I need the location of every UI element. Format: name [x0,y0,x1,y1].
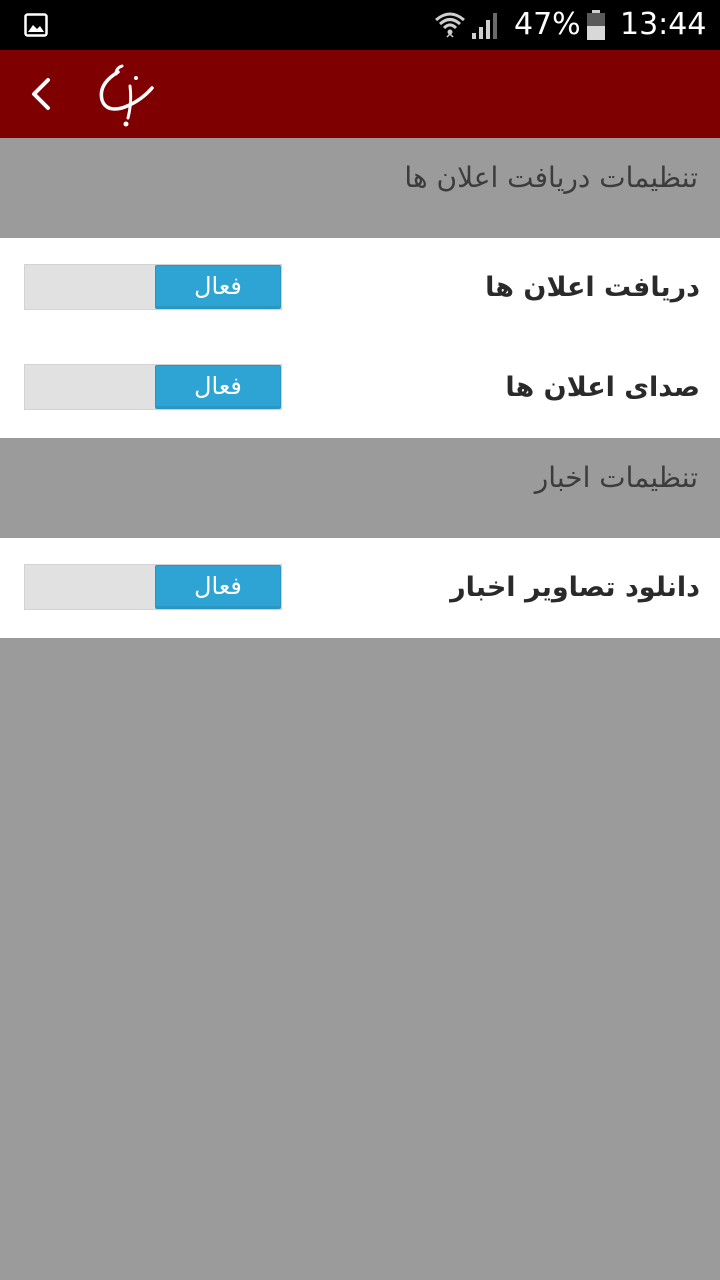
wifi-icon [435,12,465,38]
setting-label: دریافت اعلان ها [485,272,700,303]
download-news-images-toggle[interactable]: فعال [24,564,282,610]
notification-sound-toggle[interactable]: فعال [24,364,282,410]
section-header-notifications: تنظیمات دریافت اعلان ها [0,138,720,238]
clock: 13:44 [620,7,707,42]
section-header-news: تنظیمات اخبار [0,438,720,538]
toggle-knob: فعال [155,265,281,309]
setting-label: صدای اعلان ها [505,372,700,403]
receive-notifications-toggle[interactable]: فعال [24,264,282,310]
settings-block-notifications: دریافت اعلان ها فعال صدای اعلان ها فعال [0,238,720,438]
signal-icon [472,13,497,39]
battery-icon [587,10,605,40]
back-button[interactable] [14,64,70,124]
section-title: تنظیمات دریافت اعلان ها [404,161,698,194]
toggle-knob: فعال [155,365,281,409]
setting-row-receive-notifications: دریافت اعلان ها فعال [0,238,720,338]
settings-block-news: دانلود تصاویر اخبار فعال [0,538,720,638]
calligraphy-logo-icon [99,64,154,127]
setting-label: دانلود تصاویر اخبار [450,572,700,603]
app-bar [0,50,720,138]
battery-percent: 47% [514,7,581,42]
setting-row-notification-sound: صدای اعلان ها فعال [0,338,720,438]
gallery-icon [24,13,48,37]
status-bar: 47% 13:44 [0,0,720,50]
toggle-knob: فعال [155,565,281,609]
setting-row-download-news-images: دانلود تصاویر اخبار فعال [0,538,720,638]
chevron-left-icon [32,78,50,110]
section-title: تنظیمات اخبار [534,461,698,494]
